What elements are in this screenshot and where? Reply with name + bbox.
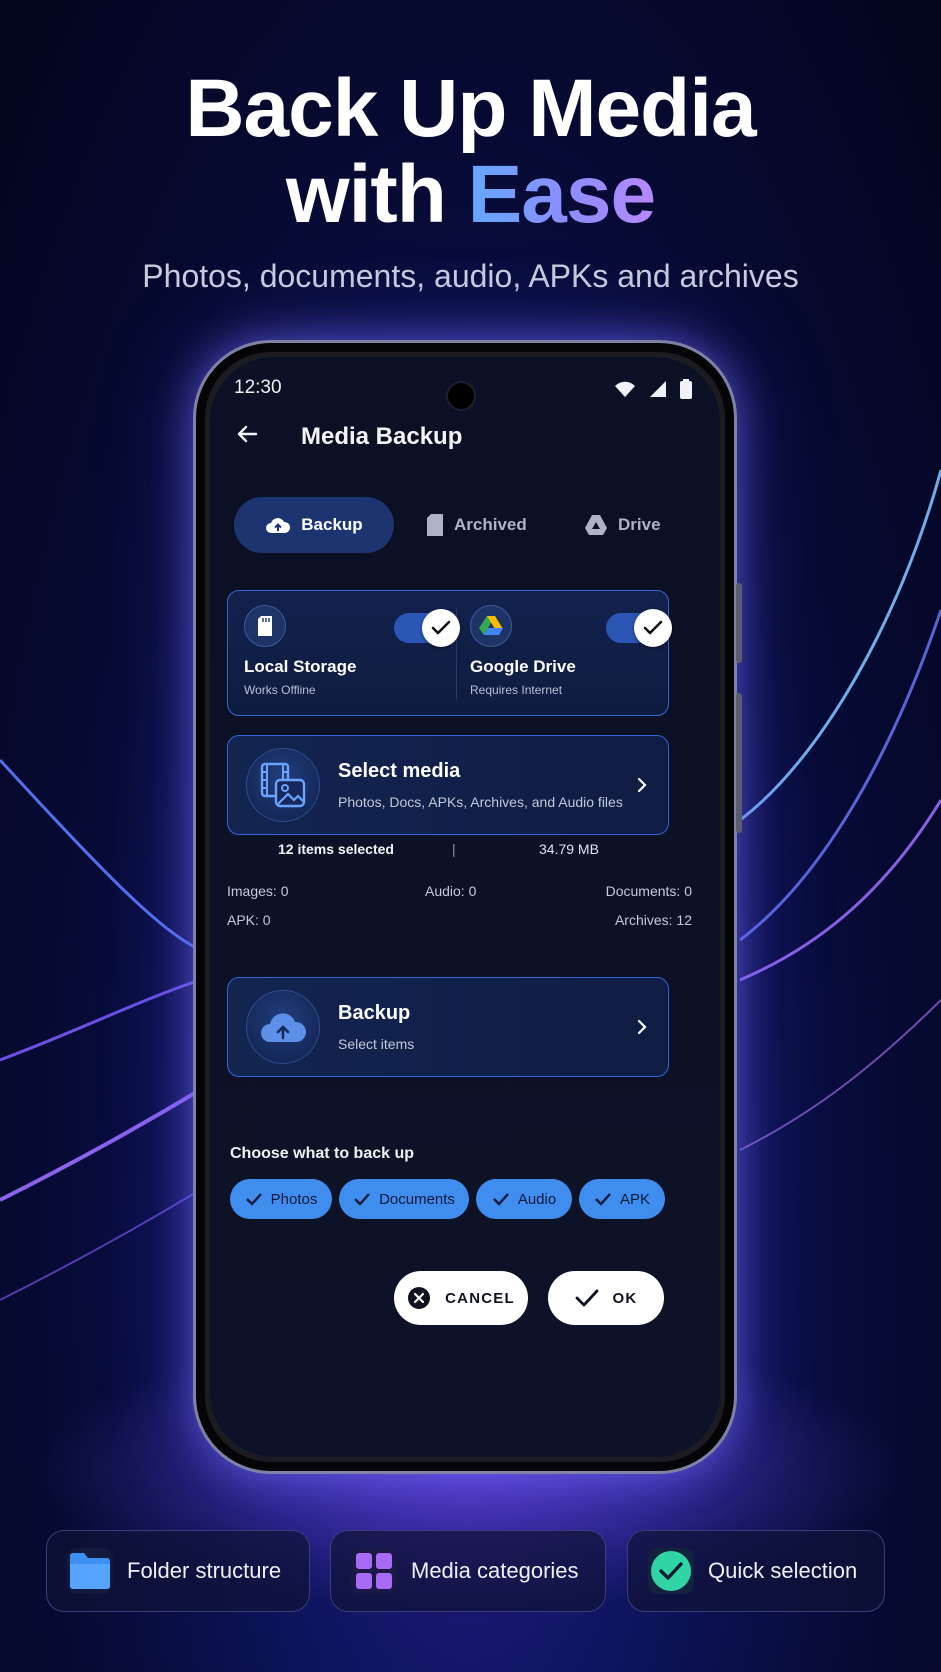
toggle-knob [634,609,672,647]
apk-count: APK: 0 [227,912,271,928]
chevron-right-icon [637,1019,647,1035]
images-count: Images: 0 [227,883,289,899]
tab-archived[interactable]: Archived [426,497,527,553]
ok-button-label: OK [612,1289,638,1307]
chip-photos-label: Photos [270,1190,318,1208]
feature-media-categories: Media categories [330,1530,606,1612]
check-icon [245,1193,262,1206]
google-drive-title: Google Drive [470,657,576,676]
chevron-right-icon [637,777,647,793]
hero-title: Back Up Media with Ease [0,66,941,238]
chip-apk-label: APK [619,1190,650,1208]
summary-separator: | [452,841,456,857]
check-icon [354,1193,370,1206]
media-icon [260,762,306,808]
feature-quick-selection-label: Quick selection [708,1558,858,1583]
google-drive-toggle[interactable] [606,609,672,647]
tab-drive-label: Drive [618,515,661,534]
chip-audio-label: Audio [517,1190,557,1208]
grid-icon-wrap [351,1548,397,1594]
feature-quick-selection: Quick selection [627,1530,885,1612]
toggle-knob [422,609,460,647]
check-circle-icon [651,1551,691,1591]
check-icon [643,620,663,635]
phone-screen: 12:30 Media Backup Backup Archived Drive… [210,357,720,1457]
hero-title-line1: Back Up Media [185,63,756,154]
feature-folder-structure-label: Folder structure [127,1558,282,1583]
items-selected-count: 12 items selected [278,841,394,857]
page-title: Media Backup [301,423,463,450]
hero-title-line2: with Ease [0,152,941,238]
hero-title-accent: Ease [467,149,657,240]
close-circle-icon [408,1287,431,1309]
front-camera [446,381,476,411]
google-drive-icon-wrap [470,605,512,647]
audio-count: Audio: 0 [425,883,477,899]
local-storage-title: Local Storage [244,657,357,676]
choose-label: Choose what to back up [230,1145,415,1162]
selected-size: 34.79 MB [539,841,599,857]
archives-count: Archives: 12 [614,912,692,928]
wifi-icon [615,381,635,397]
check-circle-icon-wrap [648,1548,694,1594]
grid-icon [356,1553,392,1589]
select-media-card[interactable]: Select media Photos, Docs, APKs, Archive… [227,735,669,835]
back-button[interactable] [232,419,262,449]
local-storage-icon-wrap [244,605,286,647]
check-icon [575,1289,598,1307]
drive-icon [585,515,607,535]
tab-backup-label: Backup [301,515,363,534]
local-storage-subtitle: Works Offline [244,683,316,697]
google-drive-icon [479,616,503,635]
storage-options-card: Local Storage Works Offline Google Drive… [227,590,672,716]
cloud-upload-icon [266,518,291,533]
sd-card-icon [258,616,272,636]
backup-icon-wrap [246,990,320,1064]
check-icon [492,1193,509,1206]
status-time: 12:30 [234,377,282,398]
documents-count: Documents: 0 [605,883,692,899]
tab-archived-label: Archived [454,515,527,534]
hero-subtitle: Photos, documents, audio, APKs and archi… [142,258,799,294]
cancel-button[interactable]: CANCEL [394,1271,528,1325]
backup-card-subtitle: Select items [338,1036,415,1052]
select-media-title: Select media [338,760,461,782]
arrow-left-icon [237,425,258,443]
folder-icon [70,1553,110,1589]
backup-card[interactable]: Backup Select items [227,977,669,1077]
status-icons [614,379,692,399]
battery-icon [680,379,692,399]
chip-documents[interactable]: Documents [339,1179,469,1219]
chip-documents-label: Documents [379,1190,455,1208]
phone-volume-button [736,693,742,833]
chip-audio[interactable]: Audio [476,1179,572,1219]
signal-icon [650,381,666,397]
tab-backup[interactable]: Backup [234,497,394,553]
backup-card-title: Backup [338,1002,411,1024]
sd-card-icon [427,514,443,536]
hero-title-plain: with [285,149,468,240]
check-icon [431,620,451,635]
cancel-button-label: CANCEL [445,1289,515,1307]
feature-media-categories-label: Media categories [411,1558,579,1583]
check-icon [595,1193,611,1206]
folder-icon-wrap [67,1548,113,1594]
ok-button[interactable]: OK [548,1271,664,1325]
phone-power-button [736,583,742,663]
google-drive-subtitle: Requires Internet [470,683,563,697]
select-media-subtitle: Photos, Docs, APKs, Archives, and Audio … [338,794,623,810]
feature-folder-structure: Folder structure [46,1530,310,1612]
local-storage-toggle[interactable] [394,609,460,647]
chip-apk[interactable]: APK [579,1179,665,1219]
cloud-upload-icon [261,1013,307,1042]
tab-drive[interactable]: Drive [584,497,661,553]
chip-photos[interactable]: Photos [230,1179,332,1219]
media-icon-wrap [246,748,320,822]
phone-frame: 12:30 Media Backup Backup Archived Drive… [193,340,742,1474]
